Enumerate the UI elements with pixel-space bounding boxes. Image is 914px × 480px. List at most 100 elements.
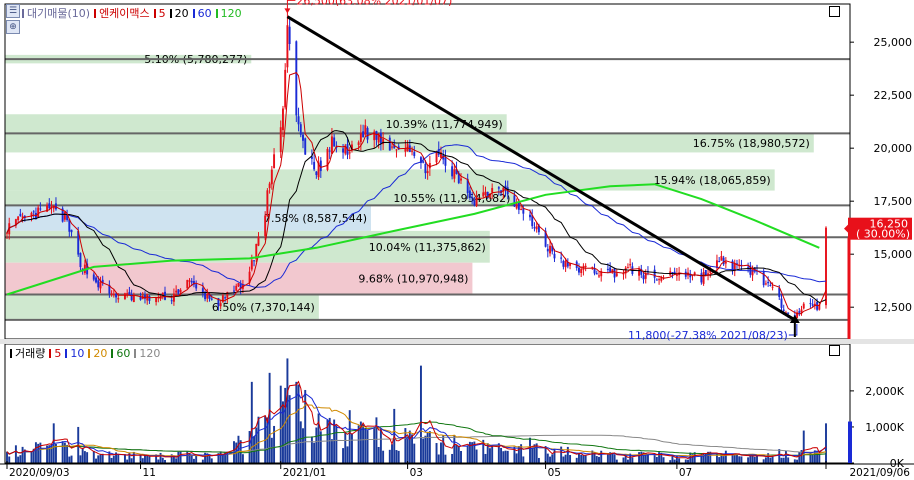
- volume-bar: [317, 413, 320, 463]
- volume-bar: [335, 425, 338, 463]
- volume-bar: [279, 385, 282, 463]
- candle-body: [315, 171, 318, 176]
- low-annotation-label: 11,800(-27.38% 2021/08/23): [628, 329, 788, 342]
- order-zone-label: 9.68% (10,970,948): [358, 273, 468, 286]
- volume-bar: [92, 450, 95, 463]
- volume-bar: [802, 430, 805, 463]
- legend-marker-icon: [88, 349, 91, 358]
- candle-body: [577, 267, 580, 273]
- candle-body: [802, 303, 805, 309]
- candle-body: [609, 267, 612, 272]
- candle-body: [811, 304, 814, 306]
- candle-body: [613, 268, 616, 278]
- candle-body: [702, 272, 705, 284]
- volume-bar: [460, 450, 462, 463]
- candle-body: [330, 136, 333, 154]
- volume-bar: [631, 457, 634, 463]
- high-annotation-label: 26,500(63.08% 2021/01/07): [296, 0, 452, 7]
- candle-body: [809, 303, 812, 305]
- volume-bar: [444, 454, 447, 463]
- volume-bar: [549, 456, 551, 463]
- volume-bar: [451, 453, 454, 463]
- volume-bar: [562, 456, 565, 463]
- volume-bar: [793, 459, 796, 463]
- volume-bar: [68, 456, 71, 463]
- candle-body: [333, 137, 336, 147]
- volume-bar: [141, 458, 144, 463]
- legend-item: 120: [139, 347, 161, 360]
- candle-body: [626, 267, 629, 269]
- volume-bar: [484, 453, 487, 463]
- candle-body: [284, 69, 287, 108]
- price-tick-label: 20,000: [874, 142, 913, 155]
- volume-bar: [350, 433, 353, 463]
- candle-body: [653, 269, 656, 278]
- volume-bar: [157, 459, 160, 463]
- candle-body: [595, 273, 598, 275]
- volume-bar: [241, 454, 244, 463]
- legend-marker-icon: [134, 349, 137, 358]
- candle-body: [388, 137, 391, 151]
- candle-body: [161, 292, 164, 295]
- price-pane-maximize-icon[interactable]: [829, 6, 840, 17]
- volume-tick-label: 1,000K: [865, 421, 904, 434]
- candle-body: [468, 190, 471, 197]
- volume-bar: [569, 455, 572, 463]
- candle-body: [123, 293, 126, 299]
- candle-body: [328, 150, 331, 152]
- volume-bar: [70, 455, 73, 463]
- candle-body: [282, 108, 284, 131]
- volume-bar: [453, 435, 456, 463]
- volume-bar: [319, 431, 322, 463]
- volume-bar: [435, 443, 438, 463]
- volume-bar: [515, 453, 518, 463]
- volume-bar: [408, 430, 411, 463]
- volume-bar: [382, 450, 385, 463]
- stock-chart[interactable]: 5.10% (5,780,277)10.39% (11,774,949)16.7…: [0, 0, 914, 480]
- candle-body: [471, 197, 474, 199]
- volume-bar: [537, 457, 540, 463]
- candle-body: [491, 188, 494, 193]
- volume-bar: [615, 459, 618, 463]
- candle-body: [288, 26, 291, 44]
- legend-item: 60: [197, 7, 212, 20]
- volume-pane-maximize-icon[interactable]: [829, 345, 840, 356]
- candle-body: [286, 25, 289, 68]
- candle-body: [366, 127, 369, 140]
- volume-averages: [6, 380, 827, 460]
- legend-marker-icon: [215, 9, 218, 18]
- candle-body: [172, 293, 175, 302]
- candle-body: [484, 191, 487, 196]
- candle-body: [126, 293, 129, 295]
- order-zone-label: 15.94% (18,065,859): [654, 174, 771, 187]
- volume-bar: [195, 455, 198, 463]
- candle-body: [751, 268, 754, 276]
- volume-bar: [159, 452, 162, 463]
- volume-bar: [475, 449, 478, 463]
- candle-body: [224, 297, 227, 299]
- candle-body: [110, 293, 113, 295]
- candle-body: [422, 161, 425, 163]
- volume-bar: [112, 455, 115, 463]
- candle-body: [190, 280, 193, 283]
- candle-body: [112, 294, 115, 296]
- legend-marker-icon: [22, 9, 24, 18]
- candle-body: [671, 272, 674, 274]
- candle-body: [99, 281, 102, 289]
- price-pane-toggle-icon[interactable]: ⊕: [6, 20, 20, 34]
- candle-body: [615, 273, 618, 277]
- chart-settings-icon[interactable]: ☰: [6, 4, 20, 18]
- volume-bar: [282, 401, 284, 463]
- candle-body: [37, 207, 40, 218]
- candle-body: [297, 116, 300, 125]
- volume-bar: [81, 448, 84, 463]
- volume-bar: [673, 459, 676, 463]
- volume-bar: [753, 456, 756, 463]
- volume-bar: [373, 427, 376, 463]
- volume-bar: [132, 451, 135, 463]
- legend-item: 거래량: [15, 347, 46, 360]
- candle-body: [268, 183, 271, 189]
- volume-bar: [344, 432, 347, 463]
- candle-body: [375, 130, 378, 140]
- candle-body: [304, 138, 307, 155]
